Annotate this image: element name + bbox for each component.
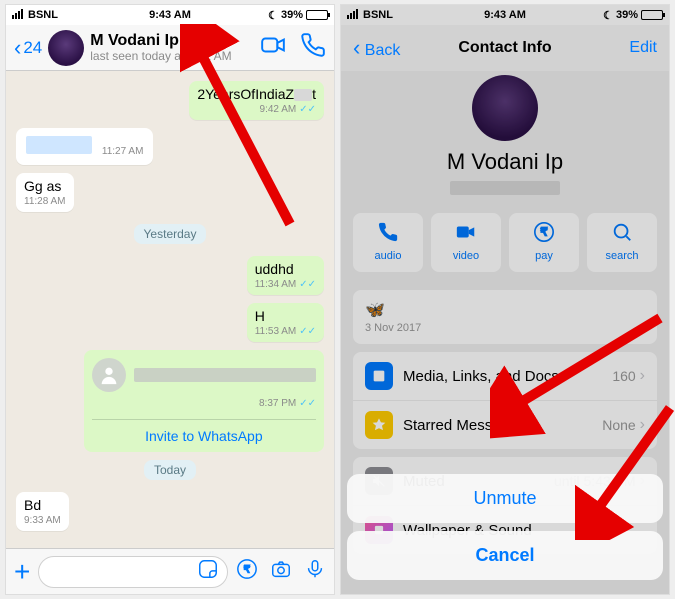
camera-icon[interactable]: [270, 558, 292, 585]
message-in[interactable]: Bd 9:33 AM: [16, 492, 69, 531]
contact-avatar[interactable]: [48, 30, 84, 66]
read-ticks-icon: ✓✓: [299, 326, 316, 337]
annotation-arrow: [575, 400, 675, 540]
redacted: [134, 368, 316, 382]
read-ticks-icon: ✓✓: [299, 398, 316, 409]
back-button[interactable]: ‹ Back: [353, 37, 400, 60]
message-in[interactable]: Gg as 11:28 AM: [16, 173, 74, 212]
annotation-arrow: [180, 24, 310, 244]
read-ticks-icon: ✓✓: [299, 279, 316, 290]
redacted: [26, 136, 92, 154]
chevron-left-icon: ‹: [353, 35, 360, 60]
invite-to-whatsapp-button[interactable]: Invite to WhatsApp: [92, 419, 316, 444]
battery-icon: [306, 10, 328, 20]
message-out[interactable]: H 11:53 AM✓✓: [247, 303, 324, 342]
shared-contact-avatar: [92, 358, 126, 392]
mic-icon[interactable]: [304, 558, 326, 585]
back-button[interactable]: ‹ 24: [14, 37, 42, 59]
message-input[interactable]: [38, 556, 228, 588]
edit-button[interactable]: Edit: [629, 39, 657, 57]
contact-share-card[interactable]: 8:37 PM✓✓ Invite to WhatsApp: [84, 350, 324, 452]
clock: 9:43 AM: [6, 9, 334, 21]
back-count: 24: [23, 38, 42, 58]
attach-button[interactable]: +: [14, 556, 30, 588]
svg-text:₹: ₹: [244, 565, 250, 576]
status-bar: BSNL 9:43 AM ☾ 39%: [6, 5, 334, 25]
message-composer: + ₹: [6, 548, 334, 594]
message-in[interactable]: 11:27 AM: [16, 128, 153, 165]
date-separator: Today: [144, 460, 196, 480]
payment-icon[interactable]: ₹: [236, 558, 258, 585]
message-out[interactable]: uddhd 11:34 AM✓✓: [247, 256, 324, 295]
sticker-icon[interactable]: [197, 558, 219, 585]
chevron-left-icon: ‹: [14, 37, 21, 59]
